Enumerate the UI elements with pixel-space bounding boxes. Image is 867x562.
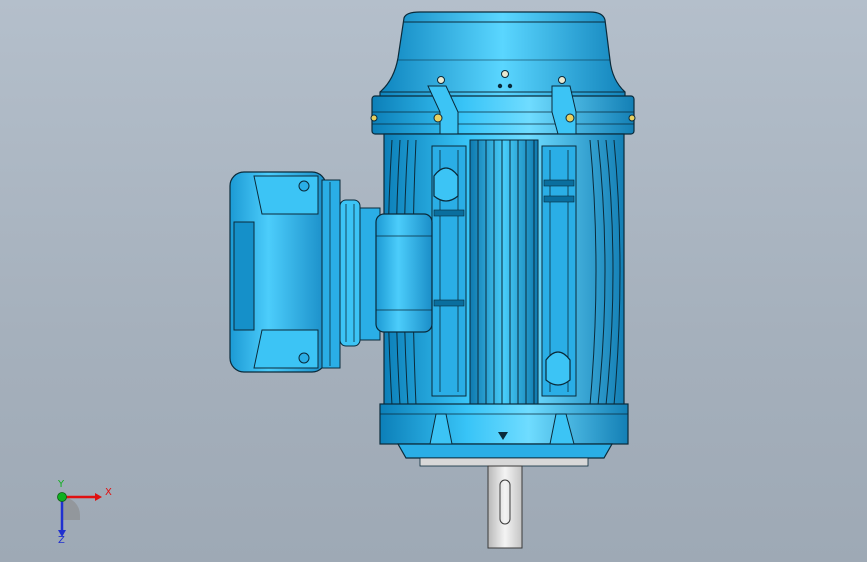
graphics-viewport[interactable]: X Y Z: [0, 0, 867, 562]
fan-cover[interactable]: [370, 11, 636, 135]
x-axis-label: X: [105, 487, 112, 498]
y-axis-label: Y: [58, 479, 65, 490]
coordinate-triad: X Y Z: [40, 478, 120, 548]
z-axis-label: Z: [58, 535, 65, 546]
motor-shaft[interactable]: [487, 465, 523, 549]
electric-motor-model[interactable]: [0, 0, 867, 562]
